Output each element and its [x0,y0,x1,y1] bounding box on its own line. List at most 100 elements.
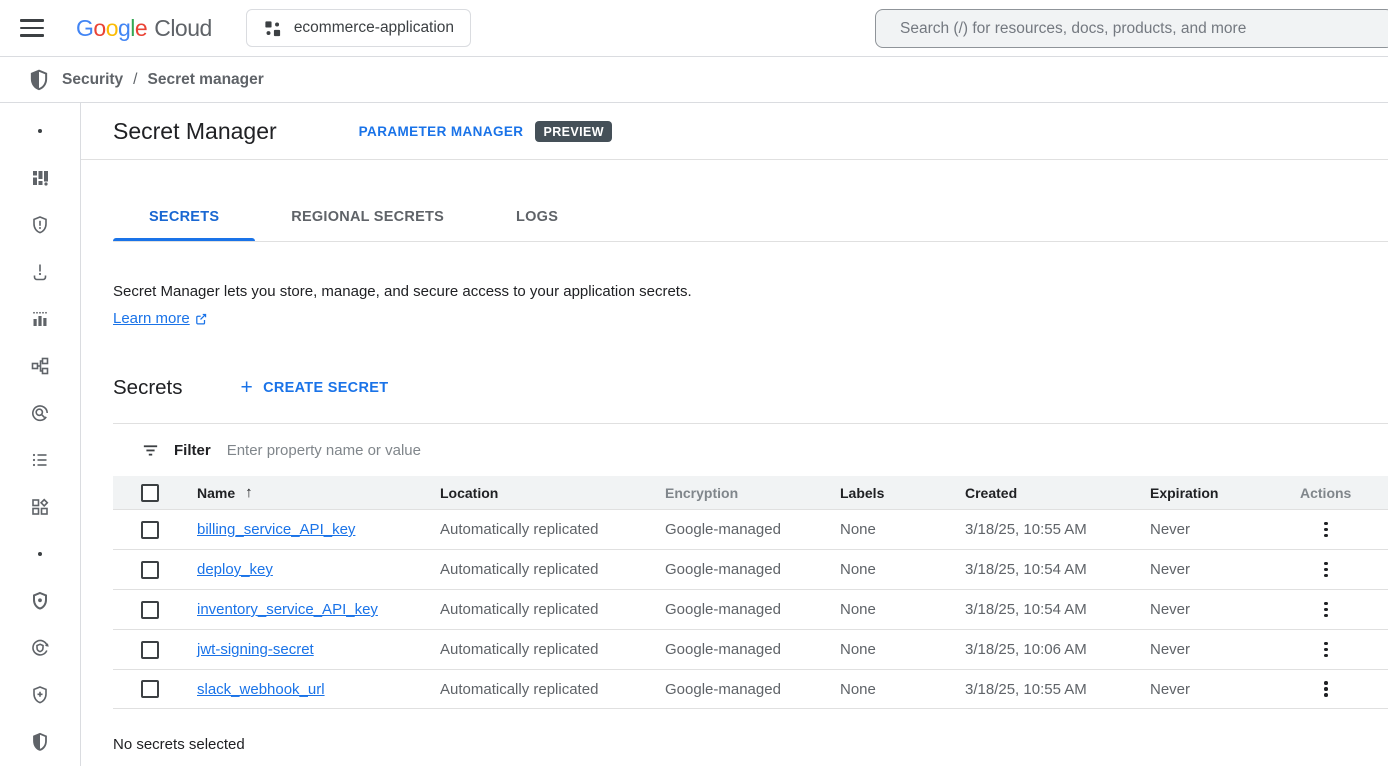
plus-icon: + [241,377,254,398]
cell-encryption: Google-managed [665,641,840,658]
logo-cloud-word: Cloud [154,15,212,42]
cell-location: Automatically replicated [440,681,665,698]
row-checkbox[interactable] [141,641,159,659]
select-all-checkbox[interactable] [141,484,159,502]
cell-location: Automatically replicated [440,601,665,618]
cell-created: 3/18/25, 10:55 AM [965,521,1150,538]
sidebar-nav [0,103,81,766]
sidebar-bar-chart-icon[interactable] [0,295,80,342]
secret-link[interactable]: deploy_key [197,561,273,578]
sidebar-risk-dashboard-icon[interactable] [0,154,80,201]
row-checkbox[interactable] [141,561,159,579]
sidebar-shield-dot-icon[interactable] [0,577,80,624]
cell-encryption: Google-managed [665,521,840,538]
logo-letter: G [76,15,93,42]
secrets-heading: Secrets [113,376,183,400]
cell-location: Automatically replicated [440,561,665,578]
cell-labels: None [840,561,965,578]
column-header-created[interactable]: Created [965,485,1150,501]
filter-input[interactable] [227,442,1388,459]
column-header-actions: Actions [1300,485,1388,501]
cell-location: Automatically replicated [440,521,665,538]
sidebar-hierarchy-icon[interactable] [0,342,80,389]
google-cloud-logo[interactable]: G o o g l e Cloud [76,15,212,42]
project-selector[interactable]: ecommerce-application [246,9,471,47]
search-input[interactable] [876,20,1388,38]
sidebar-list-icon[interactable] [0,436,80,483]
column-header-location[interactable]: Location [440,485,665,501]
intro-text: Secret Manager lets you store, manage, a… [113,281,1388,302]
cell-location: Automatically replicated [440,641,665,658]
page-title: Secret Manager [113,118,277,145]
cell-encryption: Google-managed [665,601,840,618]
sidebar-shield-alert-icon[interactable] [0,201,80,248]
breadcrumb: Security / Secret manager [0,57,1388,103]
secret-link[interactable]: billing_service_API_key [197,521,355,538]
sidebar-dot-icon[interactable] [0,107,80,154]
top-bar: G o o g l e Cloud ecommerce-application [0,0,1388,57]
column-header-encryption: Encryption [665,485,840,501]
selection-status: No secrets selected [113,736,1388,753]
row-checkbox[interactable] [141,601,159,619]
secrets-table: Filter Name ↑ Location Encryption Labels… [113,423,1388,709]
logo-letter: o [106,15,118,42]
column-header-name[interactable]: Name ↑ [197,484,440,501]
parameter-manager-link[interactable]: PARAMETER MANAGER [359,124,524,139]
cell-expiration: Never [1150,641,1300,658]
cell-expiration: Never [1150,601,1300,618]
sidebar-shield-plus-icon[interactable] [0,671,80,718]
secret-link[interactable]: jwt-signing-secret [197,641,314,658]
table-row: inventory_service_API_key Automatically … [113,589,1388,629]
table-row: slack_webhook_url Automatically replicat… [113,669,1388,709]
tab-logs[interactable]: LOGS [480,193,594,241]
menu-icon[interactable] [20,14,48,42]
cell-labels: None [840,521,965,538]
breadcrumb-secret-manager[interactable]: Secret manager [147,71,263,89]
security-shield-icon [28,69,50,91]
tab-regional-secrets[interactable]: REGIONAL SECRETS [255,193,480,241]
tab-secrets[interactable]: SECRETS [113,193,255,241]
table-row: deploy_key Automatically replicated Goog… [113,549,1388,589]
cell-encryption: Google-managed [665,561,840,578]
secrets-header: Secrets + CREATE SECRET [113,376,1388,400]
row-checkbox[interactable] [141,521,159,539]
gcp-console: G o o g l e Cloud ecommerce-application [0,0,1388,767]
global-search [875,9,1388,48]
row-checkbox[interactable] [141,680,159,698]
cell-labels: None [840,601,965,618]
column-header-labels[interactable]: Labels [840,485,965,501]
sidebar-scan-search-icon[interactable] [0,389,80,436]
secret-link[interactable]: slack_webhook_url [197,681,325,698]
row-actions-menu-icon[interactable] [1312,516,1340,544]
sidebar-shield-refresh-icon[interactable] [0,624,80,671]
row-actions-menu-icon[interactable] [1312,675,1340,703]
filter-bar: Filter [113,424,1388,476]
cell-encryption: Google-managed [665,681,840,698]
sidebar-shield-half-icon[interactable] [0,718,80,765]
intro-block: Secret Manager lets you store, manage, a… [113,281,1388,329]
table-row: billing_service_API_key Automatically re… [113,509,1388,549]
logo-letter: e [135,15,147,42]
logo-letter: o [93,15,105,42]
project-icon [263,19,282,38]
sidebar-dot-icon-2[interactable] [0,530,80,577]
cell-created: 3/18/25, 10:55 AM [965,681,1150,698]
filter-icon[interactable] [141,441,160,460]
row-actions-menu-icon[interactable] [1312,636,1340,664]
row-actions-menu-icon[interactable] [1312,556,1340,584]
row-actions-menu-icon[interactable] [1312,596,1340,624]
sidebar-apps-grid-icon[interactable] [0,483,80,530]
cell-expiration: Never [1150,521,1300,538]
main-content: Secret Manager PARAMETER MANAGER PREVIEW… [81,103,1388,766]
secret-link[interactable]: inventory_service_API_key [197,601,378,618]
logo-letter: g [118,15,130,42]
sidebar-alert-tray-icon[interactable] [0,248,80,295]
create-secret-button[interactable]: + CREATE SECRET [241,378,389,399]
cell-created: 3/18/25, 10:54 AM [965,561,1150,578]
table-header-row: Name ↑ Location Encryption Labels Create… [113,476,1388,509]
learn-more-link[interactable]: Learn more [113,308,190,329]
breadcrumb-security[interactable]: Security [62,71,123,89]
cell-created: 3/18/25, 10:06 AM [965,641,1150,658]
breadcrumb-separator: / [133,71,137,89]
column-header-expiration[interactable]: Expiration [1150,485,1300,501]
